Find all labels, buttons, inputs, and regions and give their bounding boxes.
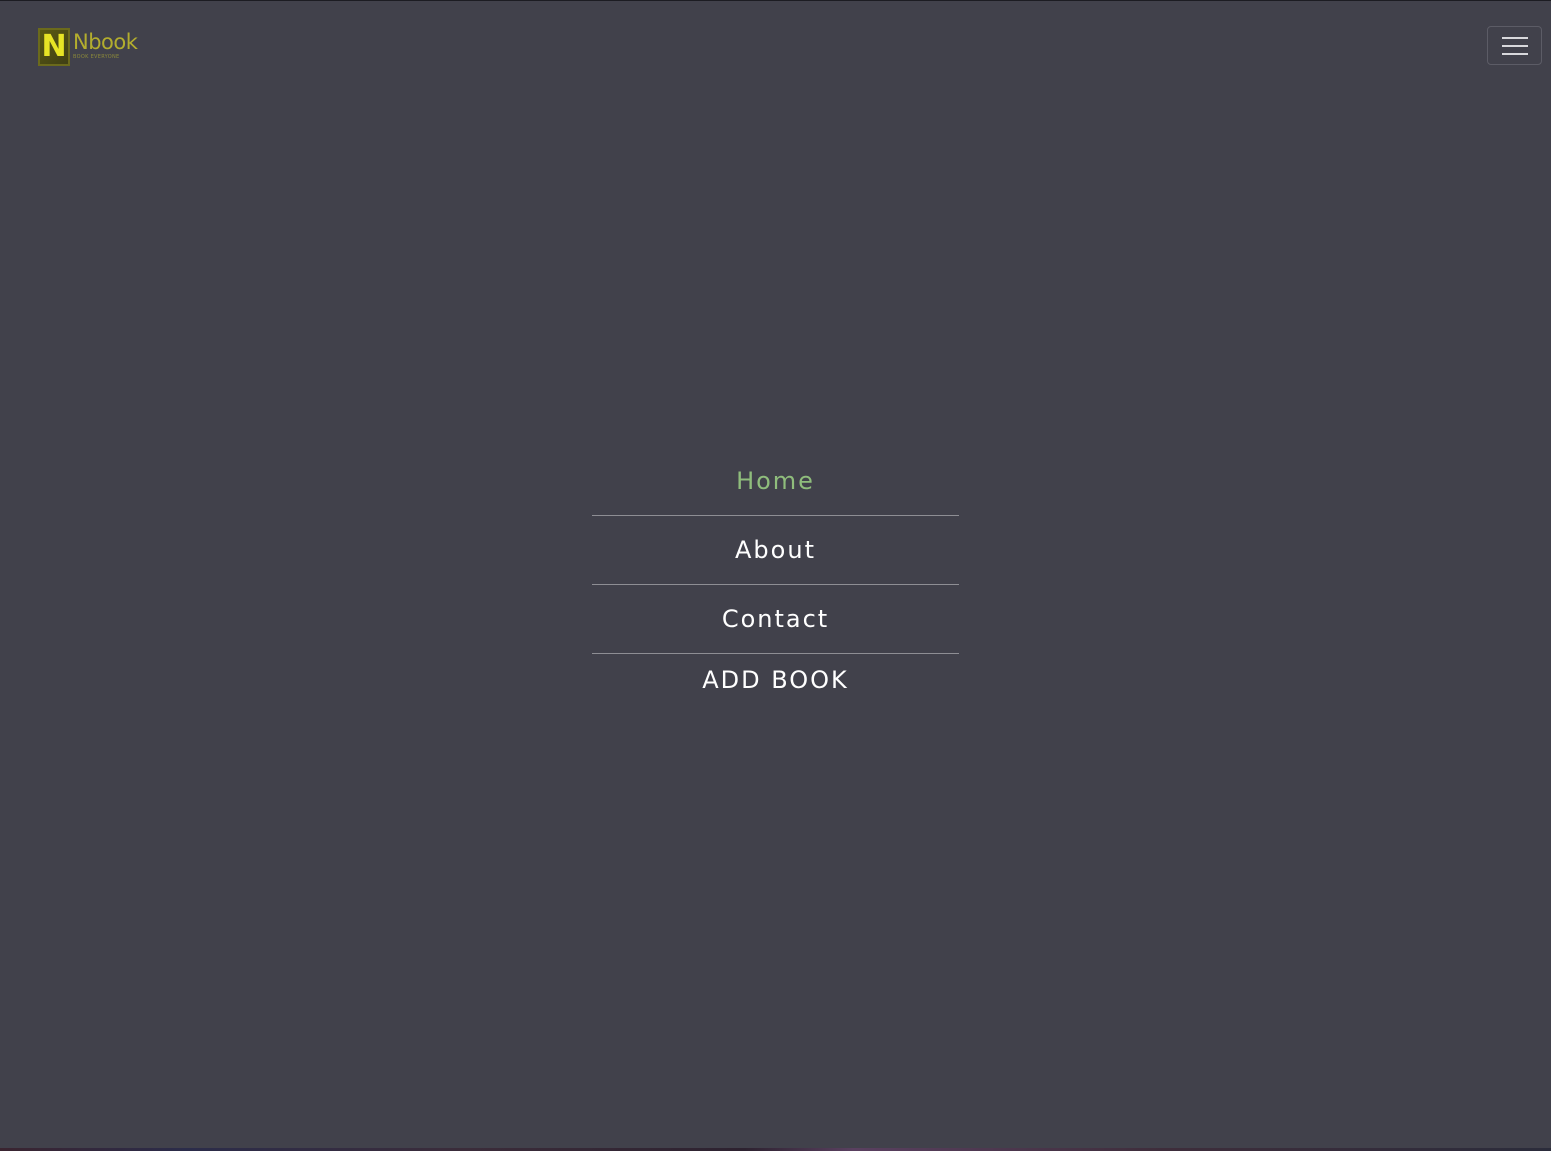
hamburger-icon-bar-middle <box>1501 44 1528 47</box>
main-nav-menu: Home About Contact ADD BOOK <box>592 447 959 712</box>
brand-logo[interactable]: N Nbook BOOK EVERYONE <box>38 28 138 66</box>
hamburger-icon-bar-top <box>1501 36 1528 39</box>
nav-link-add-book[interactable]: ADD BOOK <box>592 654 959 712</box>
hamburger-icon-bar-bottom <box>1501 52 1528 55</box>
nav-link-contact[interactable]: Contact <box>592 585 959 654</box>
page: N Nbook BOOK EVERYONE Home About Contact… <box>0 0 1551 1151</box>
logo-mark-icon: N <box>38 28 70 66</box>
logo-text: Nbook BOOK EVERYONE <box>73 28 138 60</box>
nav-link-about[interactable]: About <box>592 516 959 585</box>
brand-name: Nbook <box>73 30 138 54</box>
logo-mark-letter: N <box>41 29 67 64</box>
navbar-toggle-button[interactable] <box>1487 26 1542 65</box>
nav-link-home[interactable]: Home <box>592 447 959 516</box>
brand-tagline: BOOK EVERYONE <box>73 54 120 60</box>
